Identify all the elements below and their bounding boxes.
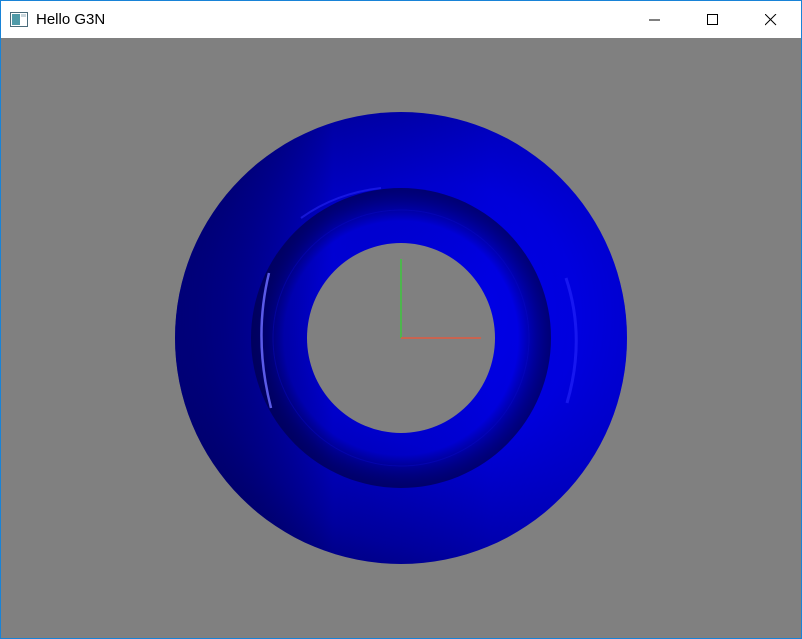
- minimize-button[interactable]: [626, 1, 684, 38]
- window-title: Hello G3N: [36, 11, 106, 28]
- maximize-icon: [707, 13, 718, 25]
- close-button[interactable]: [742, 1, 800, 38]
- render-viewport[interactable]: [1, 38, 801, 638]
- title-bar[interactable]: Hello G3N: [1, 1, 801, 38]
- app-window: Hello G3N: [0, 0, 802, 639]
- maximize-button[interactable]: [684, 1, 742, 38]
- close-icon: [765, 13, 777, 25]
- scene-canvas[interactable]: [1, 38, 801, 638]
- app-window-icon[interactable]: [10, 12, 28, 27]
- minimize-icon: [649, 19, 660, 20]
